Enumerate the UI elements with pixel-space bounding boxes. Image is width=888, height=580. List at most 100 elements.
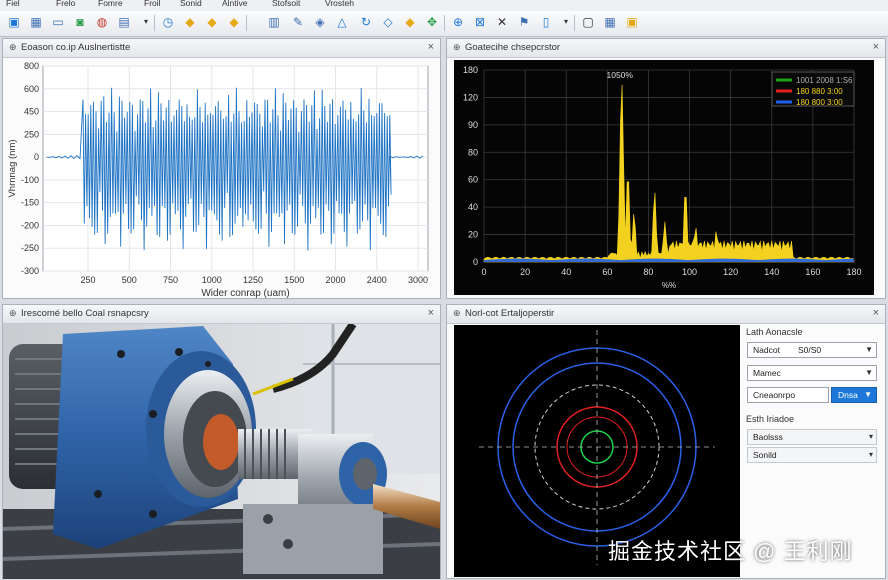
x-tick-label: 40 <box>561 267 571 277</box>
close-icon[interactable]: × <box>428 41 434 53</box>
x-tick-label: 1250 <box>243 275 263 285</box>
y-tick-label: 450 <box>24 107 39 117</box>
menu-bar: Fiel Frelo Fomre Froil Sonid Alntive Sto… <box>0 0 888 11</box>
panel-title: Eoason co.ip Auslnertistte <box>21 42 131 53</box>
y-tick-label: 20 <box>468 230 478 240</box>
menu-edit[interactable]: Frelo <box>56 0 75 8</box>
panel-title-bar: ⊕ Norl-cot Ertaljoperstir × <box>447 305 885 324</box>
dropdown-icon[interactable]: ▾ <box>138 14 154 30</box>
x-tick-label: 1000 <box>202 275 222 285</box>
panel-title: Norl-cot Ertaljoperstir <box>465 308 555 319</box>
apply-button[interactable]: Dnsa ▼ <box>831 387 877 403</box>
x-axis-label: %% <box>662 281 676 290</box>
select-value: Mamec <box>753 368 781 378</box>
mode-select[interactable]: Mamec ▼ <box>747 365 877 381</box>
close-icon[interactable]: × <box>873 41 879 53</box>
toolbar-separator <box>444 15 445 31</box>
parameter-input[interactable]: Cneaonrpo <box>747 387 829 403</box>
panel-icon: ⊕ <box>9 308 17 318</box>
section-label: Esth Iriadoe <box>746 414 795 424</box>
refresh-icon[interactable]: ↻ <box>358 14 374 30</box>
export-icon[interactable]: ▢ <box>580 14 596 30</box>
wand-icon[interactable]: ✎ <box>290 14 306 30</box>
menu-format[interactable]: Froil <box>144 0 161 8</box>
machine-photo-panel: ⊕ Irescomé bello Coal rsnapcsry × <box>2 304 441 579</box>
y-tick-label: -250 <box>21 243 39 253</box>
y-tick-label: 0 <box>34 152 39 162</box>
diamond-outline-icon[interactable]: ◈ <box>312 14 328 30</box>
chevron-down-icon: ▼ <box>865 345 873 354</box>
x-tick-label: 20 <box>520 267 530 277</box>
y-tick-label: 120 <box>463 92 478 102</box>
menu-window[interactable]: Vrosteh <box>325 0 354 8</box>
legend-label: 180 880 3:00 <box>796 87 843 96</box>
button-label: Dnsa <box>838 390 858 400</box>
close-icon[interactable]: × <box>873 307 879 319</box>
time-waveform-panel: ⊕ Eoason co.ip Auslnertistte × 800 600 450… <box>2 38 441 299</box>
menu-settings[interactable]: Stofsoit <box>272 0 300 8</box>
diamond-icon[interactable]: ◆ <box>226 14 242 30</box>
toolbar: ▣ ▦ ▭ ◙ ◍ ▤ ▾ ◷ ◆ ◆ ◆ ▥ ✎ ◈ △ ↻ ◇ ◆ ✥ ⊕ … <box>0 11 888 37</box>
spectrum-series <box>483 84 855 263</box>
panel-icon: ⊕ <box>9 42 17 52</box>
list-icon[interactable]: ▥ <box>266 14 282 30</box>
x-axis-label: Wider conrap (uam) <box>201 288 289 299</box>
menu-sound[interactable]: Sonid <box>180 0 202 8</box>
x-tick-label: 80 <box>643 267 653 277</box>
table-icon[interactable]: ▤ <box>116 14 132 30</box>
x-tick-label: 1500 <box>284 275 304 285</box>
menu-analysis[interactable]: Alntive <box>222 0 248 8</box>
panel-title-bar: ⊕ Irescomé bello Coal rsnapcsry × <box>3 305 440 324</box>
x-tick-label: 2000 <box>325 275 345 285</box>
panel-title-bar: ⊕ Eoason co.ip Auslnertistte × <box>3 39 440 58</box>
y-tick-label: -100 <box>21 175 39 185</box>
move-icon[interactable]: ✥ <box>424 14 440 30</box>
style-select[interactable]: Sonild ▾ <box>747 447 877 463</box>
select-value: Nadcot <box>753 345 780 355</box>
grid-icon[interactable]: ▦ <box>602 14 618 30</box>
menu-view[interactable]: Fomre <box>98 0 123 8</box>
clock-icon[interactable]: ◷ <box>160 14 176 30</box>
chevron-down-icon: ▾ <box>868 450 873 459</box>
dropdown-icon[interactable]: ▾ <box>558 14 574 30</box>
triangle-icon[interactable]: △ <box>334 14 350 30</box>
save-icon[interactable]: ▣ <box>6 14 22 30</box>
legend-label: 180 800 3:00 <box>796 98 843 107</box>
y-tick-label: 0 <box>473 257 478 267</box>
close-icon[interactable]: × <box>428 307 434 319</box>
y-tick-label: 90 <box>468 120 478 130</box>
channel-select[interactable]: Nadcot S0/S0 ▼ <box>747 342 877 358</box>
y-tick-label: -150 <box>21 198 39 208</box>
report-icon[interactable]: ◍ <box>94 14 110 30</box>
window-icon[interactable]: ▭ <box>50 14 66 30</box>
x-tick-label: 750 <box>163 275 178 285</box>
image-icon[interactable]: ▣ <box>624 14 640 30</box>
pedestal <box>243 504 383 574</box>
menu-file[interactable]: Fiel <box>6 0 20 8</box>
arrow-icon[interactable]: ◆ <box>402 14 418 30</box>
chevron-down-icon: ▾ <box>868 432 873 441</box>
x-tick-label: 60 <box>602 267 612 277</box>
copper-seal <box>203 414 239 470</box>
select-value-secondary: S0/S0 <box>798 345 822 355</box>
y-tick-label: 800 <box>24 61 39 71</box>
grid-icon[interactable]: ▦ <box>28 14 44 30</box>
zoom-box-icon[interactable]: ⊠ <box>472 14 488 30</box>
watermark: 掘金技术社区 @ 王利刚 <box>608 539 853 564</box>
filter-select[interactable]: Baolsss ▾ <box>747 429 877 445</box>
section-label: Lath Aonacsle <box>746 327 803 337</box>
flag-icon[interactable]: ⚑ <box>516 14 532 30</box>
spectrum-chart: 180 120 90 80 60 40 20 00 20 40 60 80 100 120 140 160 18… <box>454 60 874 295</box>
x-tick-label: 250 <box>80 275 95 285</box>
diamond-icon[interactable]: ◆ <box>182 14 198 30</box>
x-tick-label: 0 <box>481 267 486 277</box>
chart-icon[interactable]: ◙ <box>72 14 88 30</box>
panel-icon: ⊕ <box>453 308 461 318</box>
crosshair-icon[interactable]: ⊕ <box>450 14 466 30</box>
y-tick-label: 60 <box>468 175 478 185</box>
diamond-icon[interactable]: ◆ <box>204 14 220 30</box>
diamond-outline-icon[interactable]: ◇ <box>380 14 396 30</box>
x-tick-label: 500 <box>122 275 137 285</box>
x-icon[interactable]: ✕ <box>494 14 510 30</box>
image-icon[interactable]: ▯ <box>538 14 554 30</box>
